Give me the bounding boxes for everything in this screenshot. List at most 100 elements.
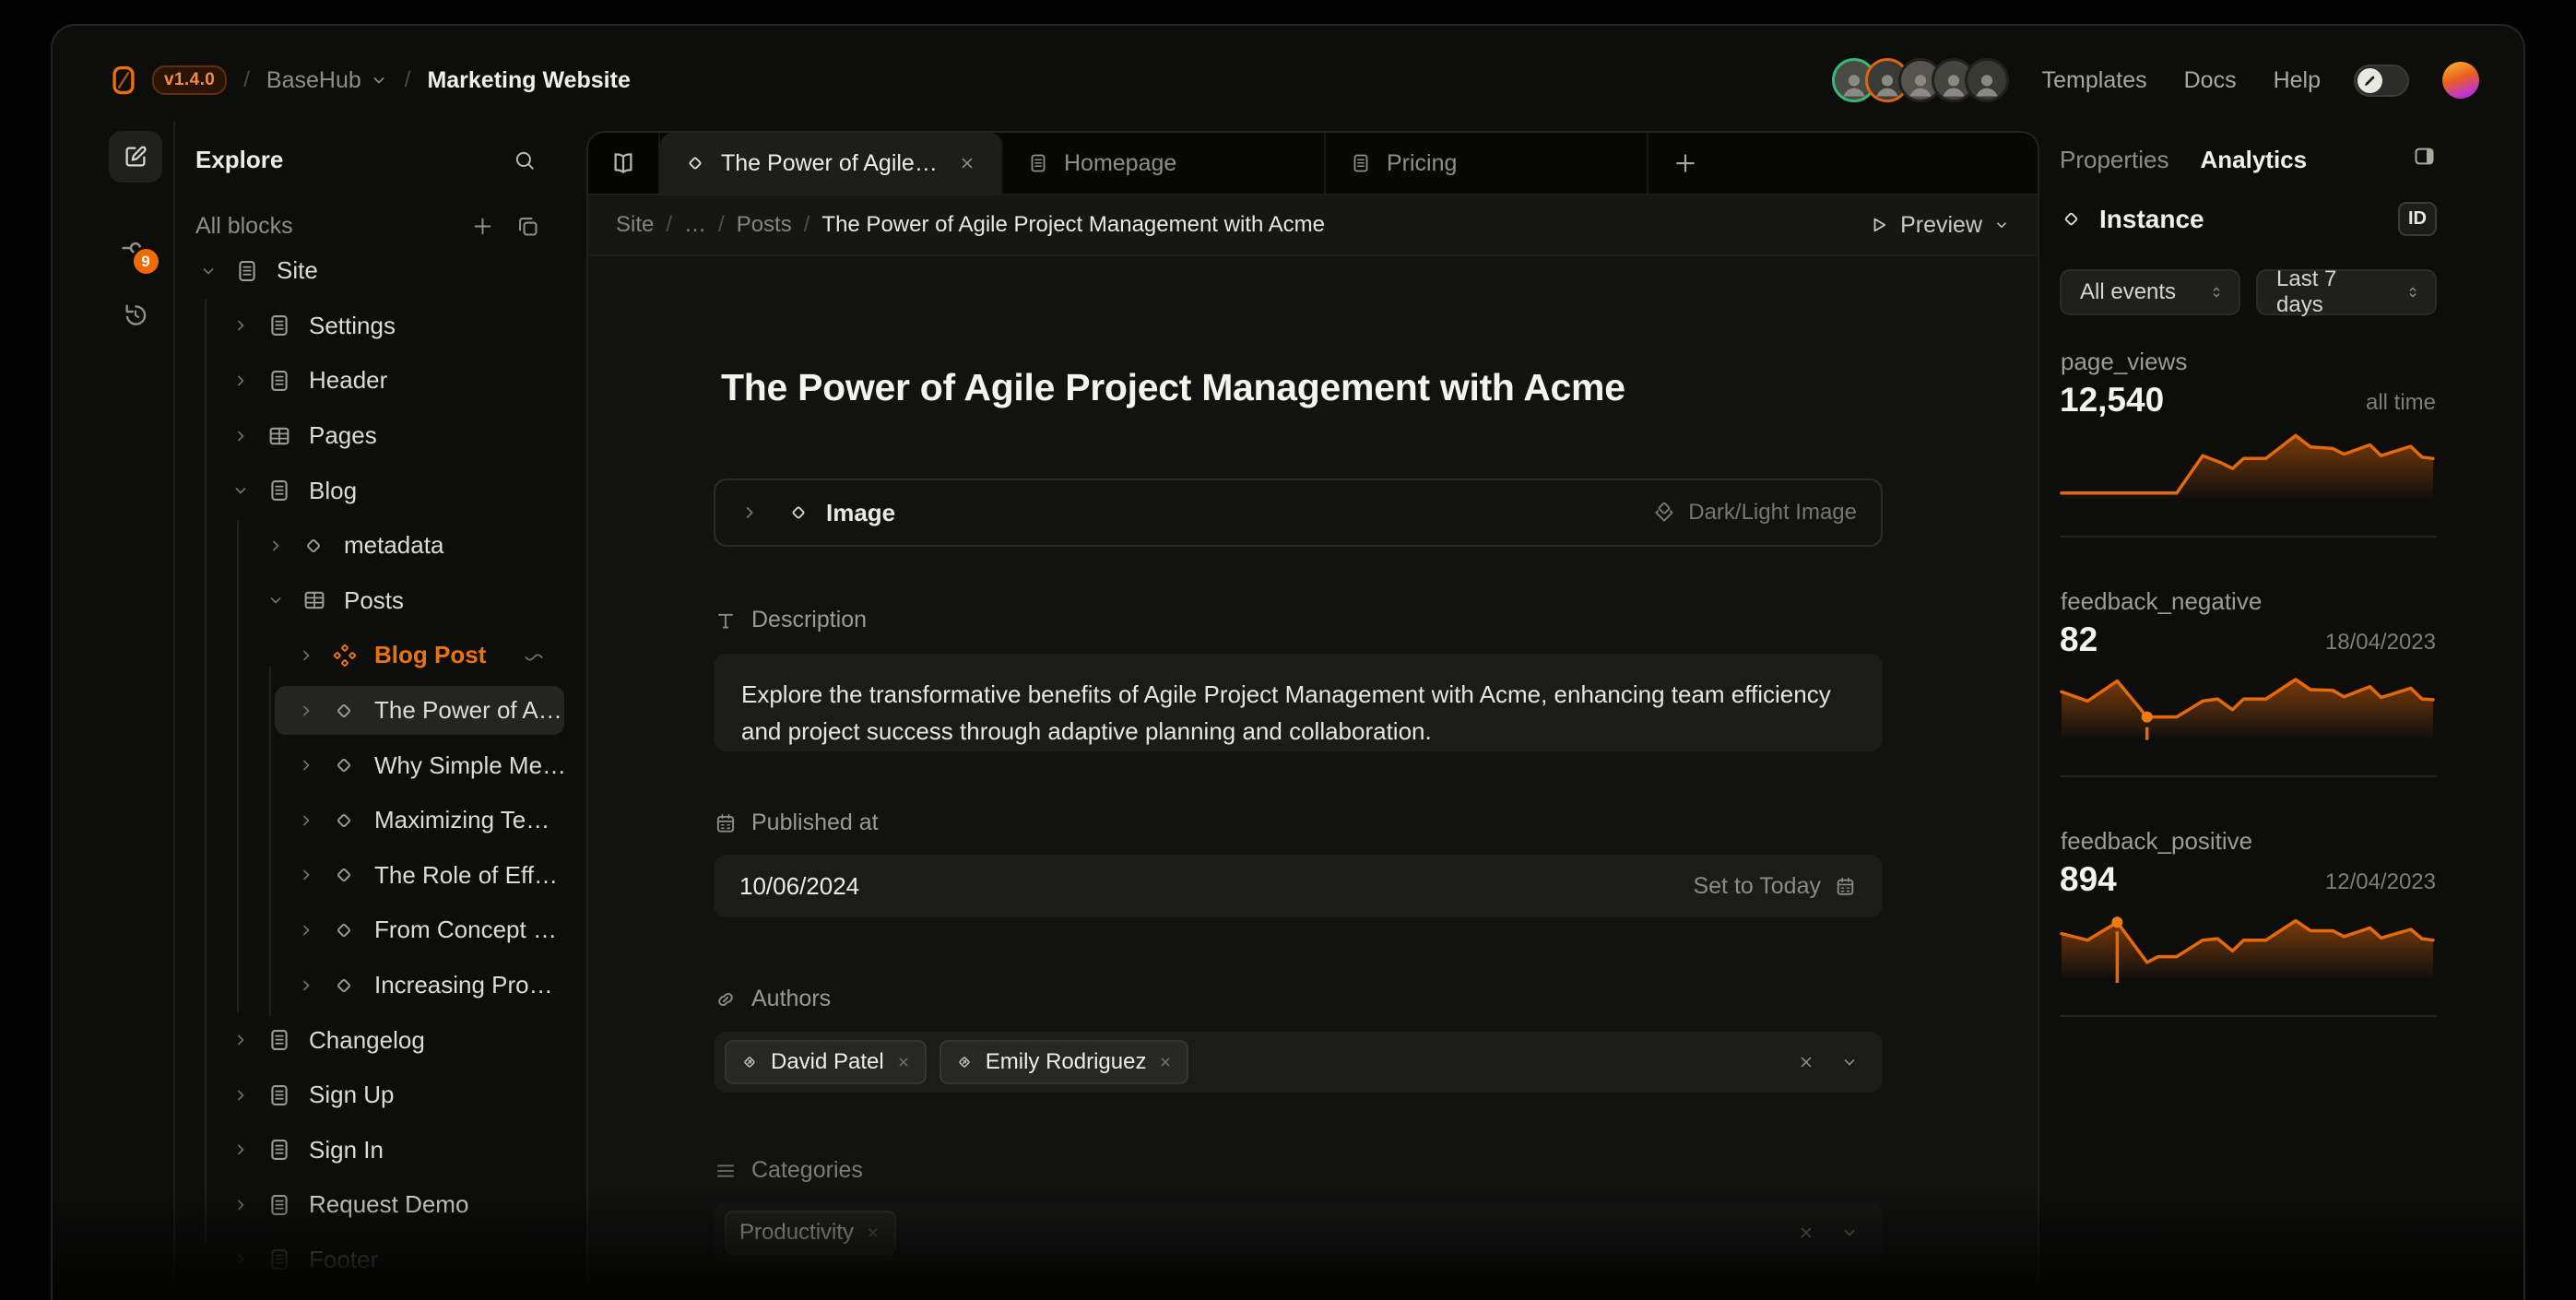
chevron-down-icon[interactable]: [199, 262, 234, 280]
chevron-down-icon[interactable]: [231, 481, 266, 500]
chevron-right-icon[interactable]: [297, 811, 332, 830]
commits-button[interactable]: 9: [115, 229, 156, 267]
chevron-right-icon[interactable]: [231, 1086, 266, 1105]
categories-input[interactable]: Productivity: [714, 1202, 1883, 1263]
chip-david-patel[interactable]: David Patel: [725, 1040, 927, 1084]
breadcrumb-bar: Site/…/Posts/ The Power of Agile Project…: [588, 195, 2038, 256]
chevron-right-icon[interactable]: [297, 756, 332, 774]
search-icon[interactable]: [513, 148, 537, 172]
chevron-down-icon[interactable]: [266, 591, 301, 609]
breadcrumb-separator: /: [804, 212, 810, 238]
chevron-right-icon[interactable]: [231, 1031, 266, 1049]
sidebar-item-blog[interactable]: Blog: [175, 463, 586, 518]
sidebar-item-posts[interactable]: Posts: [175, 573, 586, 629]
metric-name: page_views: [2061, 348, 2187, 376]
breadcrumb-item[interactable]: Posts: [737, 212, 792, 238]
collaborator-avatar[interactable]: [1965, 58, 2009, 102]
tab-the-power-of-agile[interactable]: The Power of Agile…: [660, 133, 1003, 194]
chevron-right-icon[interactable]: [231, 1196, 266, 1214]
sidebar-item-the-power-of-a[interactable]: The Power of A…: [175, 683, 586, 739]
panel-tab-analytics[interactable]: Analytics: [2201, 146, 2308, 174]
input-controls: [1796, 1052, 1859, 1072]
panel-tab-properties[interactable]: Properties: [2060, 146, 2169, 174]
chip-emily-rodriguez[interactable]: Emily Rodriguez: [939, 1040, 1189, 1084]
chevron-right-icon[interactable]: [739, 502, 771, 523]
sidebar-item-header[interactable]: Header: [175, 353, 586, 408]
user-avatar[interactable]: [2442, 62, 2479, 99]
chevron-right-icon[interactable]: [231, 1250, 266, 1269]
text-icon: [714, 609, 738, 632]
version-badge[interactable]: v1.4.0: [152, 65, 227, 95]
clear-icon[interactable]: [1796, 1223, 1816, 1243]
history-button[interactable]: [121, 301, 150, 335]
sidebar-item-the-role-of-eff[interactable]: The Role of Eff…: [175, 848, 586, 904]
workspace-switcher[interactable]: BaseHub: [266, 67, 388, 94]
sidebar-item-pages[interactable]: Pages: [175, 408, 586, 464]
chevron-right-icon[interactable]: [266, 537, 301, 555]
remove-chip-icon[interactable]: [1157, 1054, 1174, 1070]
chevron-down-icon[interactable]: [1840, 1223, 1859, 1242]
doc-icon: [266, 1027, 309, 1053]
new-tab-button[interactable]: [1648, 133, 1722, 194]
chevron-down-icon[interactable]: [1840, 1053, 1859, 1071]
analytics-panel: PropertiesAnalytics Instance ID All even…: [2060, 122, 2437, 1300]
reader-button[interactable]: [588, 133, 660, 194]
set-to-today-button[interactable]: Set to Today: [1693, 873, 1857, 900]
filter-last-7-days[interactable]: Last 7 days: [2256, 269, 2437, 315]
sidebar-item-metadata[interactable]: metadata: [175, 518, 586, 573]
app-logo-icon[interactable]: [108, 65, 139, 96]
sidebar-item-changelog[interactable]: Changelog: [175, 1012, 586, 1068]
chevron-right-icon[interactable]: [231, 316, 266, 335]
panel-toggle-icon[interactable]: [2412, 144, 2437, 169]
tab-homepage[interactable]: Homepage: [1003, 133, 1326, 194]
chevron-right-icon[interactable]: [231, 1140, 266, 1159]
nav-help[interactable]: Help: [2274, 67, 2321, 94]
sidebar-item-maximizing-te[interactable]: Maximizing Te…: [175, 793, 586, 848]
metric-divider: [2060, 1015, 2437, 1017]
nav-templates[interactable]: Templates: [2042, 67, 2147, 94]
sidebar-item-increasing-pro[interactable]: Increasing Pro…: [175, 958, 586, 1013]
tab-pricing[interactable]: Pricing: [1326, 133, 1648, 194]
sidebar-item-why-simple-me[interactable]: Why Simple Me…: [175, 738, 586, 793]
page-title[interactable]: The Power of Agile Project Management wi…: [721, 366, 1625, 409]
chip-productivity[interactable]: Productivity: [725, 1211, 896, 1255]
sidebar-item-sign-in[interactable]: Sign In: [175, 1123, 586, 1178]
chevron-right-icon[interactable]: [297, 866, 332, 884]
nav-docs[interactable]: Docs: [2184, 67, 2237, 94]
pencil-icon: [2362, 73, 2378, 89]
sidebar-item-from-concept[interactable]: From Concept …: [175, 903, 586, 958]
chevron-right-icon[interactable]: [297, 976, 332, 995]
preview-button[interactable]: Preview: [1867, 212, 2010, 239]
chevron-right-icon[interactable]: [231, 427, 266, 445]
image-block[interactable]: Image Dark/Light Image: [714, 479, 1883, 547]
sidebar-item-request-demo[interactable]: Request Demo: [175, 1177, 586, 1233]
sidebar-item-blog-post[interactable]: Blog Post: [175, 628, 586, 683]
edit-mode-toggle[interactable]: [2354, 65, 2409, 97]
id-badge[interactable]: ID: [2398, 202, 2437, 236]
chevron-right-icon[interactable]: [297, 921, 332, 940]
add-block-icon[interactable]: [470, 214, 495, 239]
breadcrumb-item[interactable]: Site: [616, 212, 654, 238]
published-date-input[interactable]: 10/06/2024 Set to Today: [714, 855, 1883, 917]
remove-chip-icon[interactable]: [895, 1054, 912, 1070]
image-variant-badge: Dark/Light Image: [1652, 500, 1857, 526]
chevron-right-icon[interactable]: [297, 702, 332, 720]
authors-input[interactable]: David Patel Emily Rodriguez: [714, 1032, 1883, 1093]
duplicate-icon[interactable]: [515, 214, 540, 239]
close-icon[interactable]: [957, 153, 977, 173]
description-input[interactable]: Explore the transformative benefits of A…: [714, 654, 1883, 751]
chevron-right-icon[interactable]: [231, 372, 266, 390]
screen: v1.4.0 / BaseHub / Marketing Website Tem…: [0, 0, 2576, 1300]
clear-icon[interactable]: [1796, 1052, 1816, 1072]
diamond-icon: [332, 809, 374, 833]
sidebar-item-footer[interactable]: Footer: [175, 1233, 586, 1288]
sidebar-item-site[interactable]: Site: [175, 243, 586, 299]
chevron-right-icon[interactable]: [297, 646, 332, 665]
sidebar-item-settings[interactable]: Settings: [175, 299, 586, 354]
compose-button[interactable]: [109, 131, 162, 183]
remove-chip-icon[interactable]: [865, 1224, 881, 1241]
filter-all-events[interactable]: All events: [2060, 269, 2240, 315]
breadcrumb-item[interactable]: …: [684, 212, 706, 238]
sidebar-item-sign-up[interactable]: Sign Up: [175, 1068, 586, 1123]
project-name[interactable]: Marketing Website: [427, 67, 630, 94]
